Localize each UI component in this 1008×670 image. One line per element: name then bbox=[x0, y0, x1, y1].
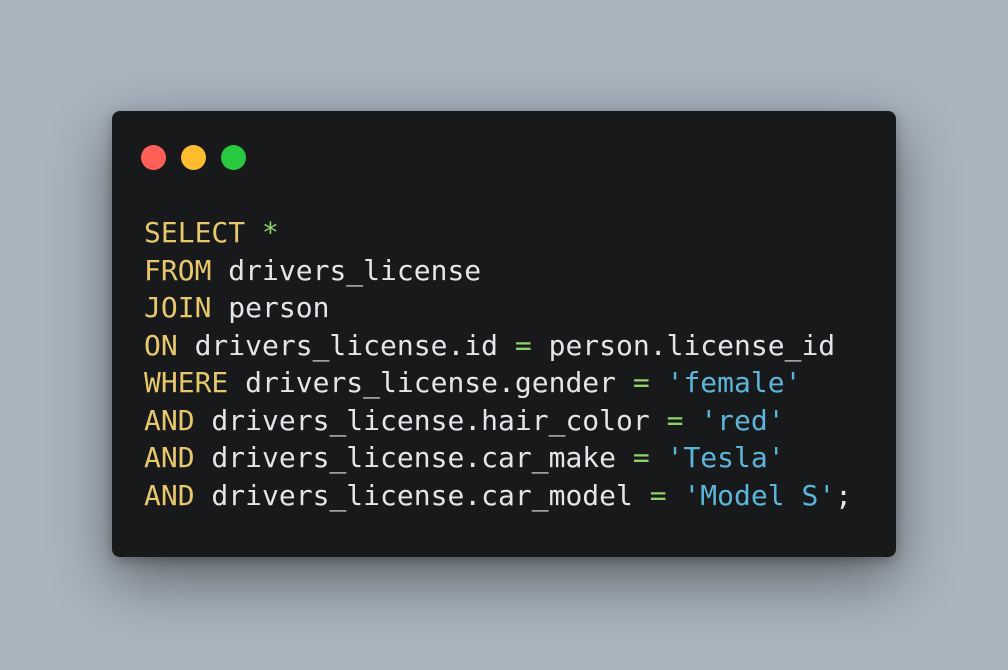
code-token-identifier: drivers_license.hair_color bbox=[194, 403, 667, 437]
maximize-button[interactable] bbox=[221, 145, 246, 170]
code-token-identifier bbox=[650, 441, 667, 474]
code-token-identifier bbox=[683, 404, 700, 437]
code-line: AND drivers_license.car_model = 'Model S… bbox=[144, 477, 852, 515]
code-line: WHERE drivers_license.gender = 'female' bbox=[144, 364, 852, 402]
code-token-identifier bbox=[667, 479, 684, 512]
code-token-keyword: SELECT bbox=[144, 216, 246, 249]
code-token-identifier bbox=[650, 366, 667, 399]
background: { "window": { "buttons": [ {"name": "clo… bbox=[0, 0, 1008, 670]
code-token-identifier: drivers_license.gender bbox=[228, 366, 633, 399]
code-token-string: 'Tesla' bbox=[666, 441, 785, 474]
code-token-keyword: AND bbox=[144, 441, 195, 474]
minimize-button[interactable] bbox=[181, 145, 206, 170]
code-token-identifier: drivers_license.id bbox=[177, 328, 515, 362]
code-token-identifier: ; bbox=[835, 478, 853, 512]
code-token-identifier: drivers_license bbox=[211, 253, 482, 287]
code-token-operator: = bbox=[649, 478, 667, 512]
code-line: AND drivers_license.car_make = 'Tesla' bbox=[144, 439, 852, 477]
code-token-keyword: AND bbox=[144, 478, 195, 512]
close-button[interactable] bbox=[141, 145, 166, 170]
code-line: ON drivers_license.id = person.license_i… bbox=[144, 327, 852, 365]
code-token-keyword: ON bbox=[144, 328, 178, 362]
code-token-identifier bbox=[245, 216, 262, 249]
code-token-keyword: JOIN bbox=[144, 291, 212, 324]
window-controls bbox=[141, 145, 246, 170]
code-token-keyword: FROM bbox=[144, 253, 212, 287]
code-line: AND drivers_license.hair_color = 'red' bbox=[144, 402, 852, 440]
code-token-identifier: person.license_id bbox=[531, 328, 836, 362]
code-line: SELECT * bbox=[144, 214, 852, 252]
code-line: JOIN person bbox=[144, 289, 852, 327]
code-token-keyword: AND bbox=[144, 403, 195, 437]
code-token-keyword: WHERE bbox=[144, 366, 229, 399]
code-token-string: 'red' bbox=[700, 403, 785, 437]
sql-code-block: SELECT * FROM drivers_license JOIN person O… bbox=[144, 214, 852, 514]
code-line: FROM drivers_license bbox=[144, 252, 852, 290]
code-token-operator: = bbox=[632, 366, 650, 399]
code-token-string: 'Model S' bbox=[683, 478, 836, 512]
code-token-operator: * bbox=[262, 216, 279, 249]
code-token-operator: = bbox=[632, 441, 650, 474]
code-token-string: 'female' bbox=[666, 366, 802, 399]
code-token-operator: = bbox=[666, 403, 684, 437]
code-token-identifier: drivers_license.car_make bbox=[194, 441, 633, 474]
code-window: SELECT * FROM drivers_license JOIN person O… bbox=[112, 111, 896, 557]
code-token-identifier: drivers_license.car_model bbox=[194, 478, 650, 512]
code-token-identifier: person bbox=[211, 291, 330, 324]
code-token-operator: = bbox=[514, 328, 532, 362]
